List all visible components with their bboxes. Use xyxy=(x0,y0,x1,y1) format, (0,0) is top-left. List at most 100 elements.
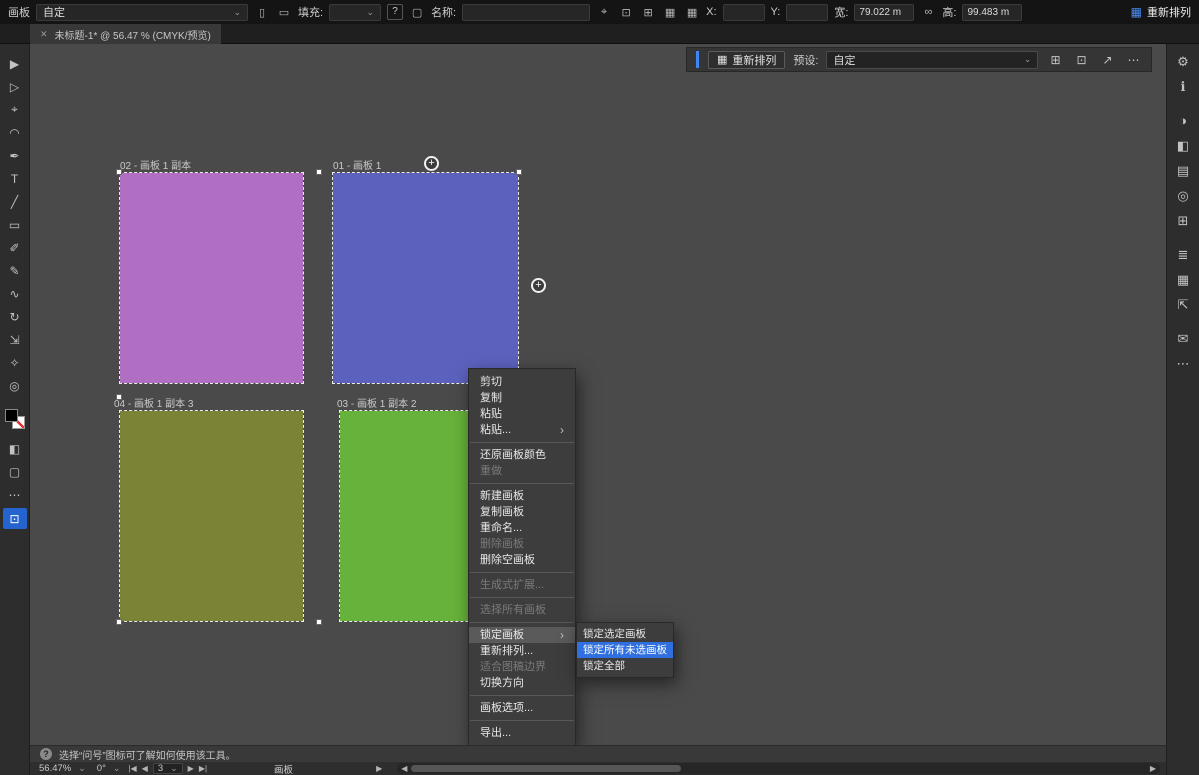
artboard-label-01[interactable]: 01 - 画板 1 xyxy=(333,157,381,172)
fill-stroke-swatches[interactable] xyxy=(5,409,25,429)
gradient-panel-icon[interactable]: ◧ xyxy=(1170,133,1196,158)
menu-item-artboard-options[interactable]: 画板选项... xyxy=(469,700,575,716)
pattern-panel-icon[interactable]: ⊞ xyxy=(1170,208,1196,233)
menu-item-paste-special[interactable]: 粘贴... › xyxy=(469,422,575,438)
fill-swatch[interactable] xyxy=(5,409,18,422)
y-input[interactable] xyxy=(786,4,828,21)
line-tool[interactable]: ╱ xyxy=(3,190,27,213)
orientation-portrait-icon[interactable]: ▯ xyxy=(254,6,270,19)
shaper-tool[interactable]: ∿ xyxy=(3,282,27,305)
toolbar-more-button[interactable]: ⋯ xyxy=(3,483,27,506)
width-input[interactable] xyxy=(854,4,914,21)
color-panel-icon[interactable]: ◑ xyxy=(1170,108,1196,133)
artboard-04[interactable] xyxy=(120,411,303,621)
menu-item-delete-empty-artboards[interactable]: 删除空画板 xyxy=(469,552,575,568)
selection-handle[interactable] xyxy=(116,619,122,625)
pen-tool[interactable]: ✒ xyxy=(3,144,27,167)
transparency-panel-icon[interactable]: ◎ xyxy=(1170,183,1196,208)
grid-layout-alt-icon[interactable]: ▦ xyxy=(684,6,700,19)
canvas[interactable]: ▦ 重新排列 预设: 自定 ⌄ ⊞ ⊡ ↗ ⋯ 02 - 画板 1 副本 01 … xyxy=(30,44,1166,745)
duplicate-icon[interactable]: ⊡ xyxy=(1072,53,1090,67)
menu-item-cut[interactable]: 剪切 xyxy=(469,374,575,390)
comments-panel-icon[interactable]: ✉ xyxy=(1170,326,1196,351)
scale-tool[interactable]: ⇲ xyxy=(3,328,27,351)
settings-icon[interactable]: ⚙ xyxy=(1170,49,1196,74)
x-input[interactable] xyxy=(723,4,765,21)
magic-wand-tool[interactable]: ⌖ xyxy=(3,98,27,121)
pencil-tool[interactable]: ✎ xyxy=(3,259,27,282)
horizontal-scrollbar[interactable]: ◀ ▶ xyxy=(397,763,1160,774)
menu-item-duplicate-artboard[interactable]: 复制画板 xyxy=(469,504,575,520)
link-dimensions-icon[interactable]: ∞ xyxy=(920,6,936,18)
selection-tool[interactable]: ▶ xyxy=(3,52,27,75)
menu-item-new-artboard[interactable]: 新建画板 xyxy=(469,488,575,504)
direct-selection-tool[interactable]: ▷ xyxy=(3,75,27,98)
scroll-left-icon[interactable]: ◀ xyxy=(401,764,407,773)
artboard-label-04[interactable]: 04 - 画板 1 副本 3 xyxy=(114,395,193,410)
type-tool[interactable]: T xyxy=(3,167,27,190)
layers-panel-icon[interactable]: ▦ xyxy=(1170,267,1196,292)
menu-item-lock-artboards[interactable]: 锁定画板 › xyxy=(469,627,575,643)
last-artboard-button[interactable]: ▶| xyxy=(199,764,207,773)
menu-item-export[interactable]: 导出... xyxy=(469,725,575,741)
selection-handle[interactable] xyxy=(116,169,122,175)
grid-view-icon[interactable]: ⊞ xyxy=(1046,53,1064,67)
selection-handle[interactable] xyxy=(516,169,522,175)
artboard-02[interactable] xyxy=(120,173,303,383)
panel-expand-icon[interactable]: ▶ xyxy=(376,764,382,773)
fill-dropdown[interactable]: ⌄ xyxy=(329,4,381,21)
rotate-tool[interactable]: ↻ xyxy=(3,305,27,328)
artboard-preset-dropdown[interactable]: 自定 ⌄ xyxy=(36,4,248,21)
appearance-panel-icon[interactable]: ≣ xyxy=(1170,242,1196,267)
swatches-panel-icon[interactable]: ▤ xyxy=(1170,158,1196,183)
menu-item-paste[interactable]: 粘贴 xyxy=(469,406,575,422)
info-icon[interactable]: ℹ xyxy=(1170,74,1196,99)
menu-item-rearrange[interactable]: 重新排列... xyxy=(469,643,575,659)
rearrange-button[interactable]: ▦ 重新排列 xyxy=(1131,4,1191,20)
artboard-01[interactable] xyxy=(333,173,518,383)
zoom-dropdown[interactable]: 56.47% ⌄ xyxy=(36,763,89,774)
menu-item-copy[interactable]: 复制 xyxy=(469,390,575,406)
close-icon[interactable]: ✕ xyxy=(40,29,48,40)
submenu-item-lock-selected[interactable]: 锁定选定画板 xyxy=(577,626,673,642)
artboard-number-field[interactable]: 3 ⌄ xyxy=(153,763,183,774)
artboard-label-02[interactable]: 02 - 画板 1 副本 xyxy=(120,157,191,172)
duplicate-artboard-icon[interactable]: ⊡ xyxy=(618,6,634,19)
menu-item-toggle-orientation[interactable]: 切换方向 xyxy=(469,675,575,691)
artboard-label-03[interactable]: 03 - 画板 1 副本 2 xyxy=(337,395,416,410)
submenu-item-lock-all[interactable]: 锁定全部 xyxy=(577,658,673,674)
draw-mode-button[interactable]: ◧ xyxy=(3,437,27,460)
help-button[interactable]: ? xyxy=(387,4,403,20)
zoom-tool[interactable]: ◎ xyxy=(3,374,27,397)
document-tab[interactable]: ✕ 未标题-1* @ 56.47 % (CMYK/预览) xyxy=(30,24,221,44)
artboard-tool[interactable]: ⊡ xyxy=(3,508,27,529)
height-input[interactable] xyxy=(962,4,1022,21)
eyedropper-tool[interactable]: ✧ xyxy=(3,351,27,374)
grid-layout-icon[interactable]: ▦ xyxy=(662,6,678,19)
lasso-tool[interactable]: ◠ xyxy=(3,121,27,144)
scroll-right-icon[interactable]: ▶ xyxy=(1150,764,1156,773)
paintbrush-tool[interactable]: ✐ xyxy=(3,236,27,259)
prev-artboard-button[interactable]: ◀ xyxy=(142,764,148,773)
more-options-icon[interactable]: ⋯ xyxy=(1124,53,1142,67)
document-icon[interactable]: ▢ xyxy=(409,6,425,19)
screen-mode-button[interactable]: ▢ xyxy=(3,460,27,483)
name-input[interactable] xyxy=(462,4,590,21)
rearrange-all-button[interactable]: ▦ 重新排列 xyxy=(708,51,785,69)
rectangle-tool[interactable]: ▭ xyxy=(3,213,27,236)
orientation-landscape-icon[interactable]: ▭ xyxy=(276,6,292,19)
export-panel-icon[interactable]: ⇱ xyxy=(1170,292,1196,317)
preset-dropdown[interactable]: 自定 ⌄ xyxy=(826,51,1038,69)
scrollbar-thumb[interactable] xyxy=(411,765,681,772)
selection-handle[interactable] xyxy=(316,619,322,625)
export-icon[interactable]: ↗ xyxy=(1098,53,1116,67)
reference-point-icon[interactable]: ⌖ xyxy=(596,6,612,19)
panel-more-icon[interactable]: ⋯ xyxy=(1170,351,1196,376)
selection-handle[interactable] xyxy=(316,169,322,175)
first-artboard-button[interactable]: |◀ xyxy=(128,764,136,773)
menu-item-restore-artboard-color[interactable]: 还原画板颜色 xyxy=(469,447,575,463)
new-artboard-icon[interactable]: ⊞ xyxy=(640,6,656,19)
rotation-dropdown[interactable]: 0° ⌄ xyxy=(94,763,124,774)
next-artboard-button[interactable]: ▶ xyxy=(188,764,194,773)
submenu-item-lock-all-unselected[interactable]: 锁定所有未选画板 xyxy=(577,642,673,658)
